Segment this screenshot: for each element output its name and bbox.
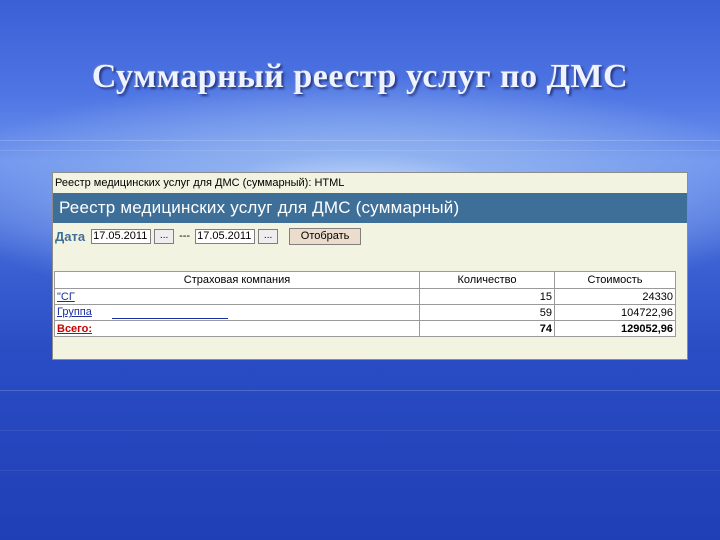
filter-row: Дата ... --- ... Отобрать: [53, 223, 687, 249]
slide-title: Суммарный реестр услуг по ДМС: [91, 58, 629, 95]
window-caption: Реестр медицинских услуг для ДМС (суммар…: [53, 173, 687, 193]
table-header-row: Страховая компания Количество Стоимость: [54, 271, 676, 289]
table-row: "СГ 15 24330: [54, 288, 676, 305]
total-label-cell: Всего:: [54, 320, 420, 337]
total-quantity-cell: 74: [419, 320, 555, 337]
redacted-block: [91, 307, 112, 319]
date-to-input[interactable]: [195, 228, 256, 244]
date-label: Дата: [55, 228, 86, 244]
company-cell: "СГ: [54, 288, 420, 305]
date-to-picker-button[interactable]: ...: [258, 228, 279, 244]
report-window: Реестр медицинских услуг для ДМС (суммар…: [52, 172, 688, 360]
column-header-quantity: Количество: [419, 271, 555, 289]
company-cell: Группа: [54, 304, 420, 321]
redacted-block: [74, 291, 131, 303]
cost-cell: 24330: [554, 288, 676, 305]
date-from-input[interactable]: [91, 228, 152, 244]
table-total-row: Всего: 74 129052,96: [54, 320, 676, 337]
apply-filter-button[interactable]: Отобрать: [289, 227, 362, 245]
date-from-picker-button[interactable]: ...: [154, 228, 175, 244]
quantity-cell: 59: [419, 304, 555, 321]
cost-cell: 104722,96: [554, 304, 676, 321]
quantity-cell: 15: [419, 288, 555, 305]
report-header: Реестр медицинских услуг для ДМС (суммар…: [53, 193, 687, 223]
date-range-separator: ---: [179, 230, 191, 242]
company-link[interactable]: "СГ: [57, 291, 75, 303]
company-link[interactable]: Группа: [57, 306, 92, 318]
column-header-cost: Стоимость: [554, 271, 676, 289]
redacted-link-block: [111, 306, 228, 319]
registry-table: Страховая компания Количество Стоимость …: [54, 271, 676, 337]
total-link[interactable]: Всего:: [57, 323, 92, 335]
table-row: Группа 59 104722,96: [54, 304, 676, 321]
column-header-company: Страховая компания: [54, 271, 420, 289]
total-cost-cell: 129052,96: [554, 320, 676, 337]
